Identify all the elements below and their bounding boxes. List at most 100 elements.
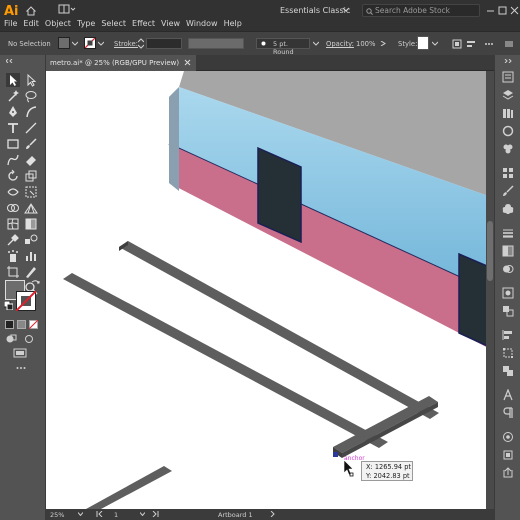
curvature-tool-icon[interactable]	[24, 105, 38, 119]
chevron-down-icon[interactable]	[432, 41, 438, 46]
eraser-tool-icon[interactable]	[24, 153, 38, 167]
color-mode-icon[interactable]	[5, 320, 14, 329]
vertical-scrollbar[interactable]	[486, 71, 494, 509]
chevron-right-icon[interactable]	[270, 511, 275, 517]
menu-type[interactable]: Type	[77, 19, 95, 28]
properties-icon[interactable]	[502, 71, 514, 83]
lasso-tool-icon[interactable]	[24, 89, 38, 103]
zoom-level[interactable]: 25%	[50, 511, 64, 519]
stroke-weight-field[interactable]	[146, 38, 182, 49]
menu-object[interactable]: Object	[45, 19, 71, 28]
stroke-color-swatch[interactable]	[16, 291, 36, 311]
transparency-icon[interactable]	[502, 263, 514, 275]
anchor-point[interactable]	[333, 452, 338, 457]
menu-help[interactable]: Help	[224, 19, 242, 28]
shaper-tool-icon[interactable]	[6, 153, 20, 167]
pathfinder-icon[interactable]	[502, 365, 514, 377]
perspective-grid-tool-icon[interactable]	[24, 201, 38, 215]
menu-window[interactable]: Window	[186, 19, 218, 28]
artboard-number[interactable]: 1	[114, 511, 118, 519]
artboard-canvas[interactable]	[46, 71, 494, 509]
color-guide-icon[interactable]	[502, 143, 514, 155]
stroke-swatch[interactable]	[84, 37, 96, 49]
draw-normal-icon[interactable]	[5, 334, 17, 344]
menu-file[interactable]: File	[4, 19, 17, 28]
default-fill-stroke-icon[interactable]	[4, 301, 13, 310]
gradient-icon[interactable]	[502, 245, 514, 257]
chevron-down-icon[interactable]	[313, 41, 319, 46]
symbol-sprayer-tool-icon[interactable]	[6, 249, 20, 263]
links-icon[interactable]	[502, 431, 514, 443]
stroke-icon[interactable]	[502, 227, 514, 239]
width-tool-icon[interactable]	[6, 185, 20, 199]
fill-swatch[interactable]	[58, 37, 70, 49]
menu-edit[interactable]: Edit	[23, 19, 39, 28]
color-icon[interactable]	[502, 125, 514, 137]
type-tool-icon[interactable]	[6, 121, 20, 135]
document-setup-icon[interactable]	[452, 39, 462, 49]
chevron-down-icon[interactable]	[78, 512, 83, 516]
menu-effect[interactable]: Effect	[132, 19, 155, 28]
mesh-tool-icon[interactable]	[6, 217, 20, 231]
artboards-icon[interactable]	[502, 449, 514, 461]
opacity-label[interactable]: Opacity:	[326, 40, 354, 48]
magic-wand-tool-icon[interactable]	[6, 89, 20, 103]
status-tool-name[interactable]: Artboard 1	[218, 511, 253, 519]
screen-mode-icon[interactable]	[13, 348, 27, 358]
variable-width-profile[interactable]	[188, 38, 244, 49]
libraries-icon[interactable]	[502, 107, 514, 119]
close-icon[interactable]	[184, 59, 191, 66]
menu-view[interactable]: View	[161, 19, 180, 28]
panel-menu-icon[interactable]	[504, 39, 514, 49]
more-tools-icon[interactable]	[16, 366, 26, 370]
align-icon[interactable]	[502, 329, 514, 341]
brushes-icon[interactable]	[502, 185, 514, 197]
symbols-icon[interactable]	[502, 203, 514, 215]
gradient-mode-icon[interactable]	[17, 320, 26, 329]
paintbrush-tool-icon[interactable]	[24, 137, 38, 151]
scale-tool-icon[interactable]	[24, 169, 38, 183]
pen-tool-icon[interactable]	[6, 105, 20, 119]
chevron-down-icon[interactable]	[98, 41, 104, 46]
slice-tool-icon[interactable]	[24, 265, 38, 279]
opacity-value[interactable]: 100%	[356, 40, 375, 48]
paragraph-icon[interactable]	[502, 407, 514, 419]
minimize-icon[interactable]	[486, 6, 495, 15]
first-artboard-icon[interactable]	[96, 511, 106, 517]
next-artboard-icon[interactable]	[150, 511, 160, 517]
align-icon[interactable]	[466, 39, 476, 49]
blend-tool-icon[interactable]	[24, 233, 38, 247]
swap-fill-stroke-icon[interactable]	[31, 279, 40, 288]
chevron-down-icon[interactable]	[140, 512, 145, 516]
draw-behind-icon[interactable]	[24, 334, 34, 344]
none-mode-icon[interactable]	[29, 320, 38, 329]
maximize-icon[interactable]	[498, 6, 507, 15]
rectangle-tool-icon[interactable]	[6, 137, 20, 151]
shape-builder-tool-icon[interactable]	[6, 201, 20, 215]
selection-tool-icon[interactable]	[6, 73, 20, 87]
brush-definition-field[interactable]: 5 pt. Round	[256, 38, 310, 56]
transform-icon[interactable]	[502, 347, 514, 359]
appearance-icon[interactable]	[502, 287, 514, 299]
arrange-documents-icon[interactable]	[58, 4, 76, 14]
stroke-label[interactable]: Stroke:	[114, 40, 138, 48]
panel-collapse-icon[interactable]	[6, 59, 40, 63]
workspace-switcher[interactable]: Essentials Classic	[280, 6, 350, 15]
layers-icon[interactable]	[502, 89, 514, 101]
chevron-down-icon[interactable]	[72, 41, 78, 46]
panel-collapse-icon[interactable]	[503, 59, 513, 63]
character-icon[interactable]	[502, 389, 514, 401]
eyedropper-tool-icon[interactable]	[6, 233, 20, 247]
gradient-tool-icon[interactable]	[24, 217, 38, 231]
document-tab[interactable]: metro.ai* @ 25% (RGB/GPU Preview)	[46, 55, 196, 71]
home-icon[interactable]	[26, 6, 36, 16]
column-graph-tool-icon[interactable]	[24, 249, 38, 263]
ellipsis-icon[interactable]	[484, 39, 494, 49]
asset-export-icon[interactable]	[502, 467, 514, 479]
line-tool-icon[interactable]	[24, 121, 38, 135]
stock-search-input[interactable]: Search Adobe Stock	[362, 4, 480, 17]
direct-selection-tool-icon[interactable]	[24, 73, 38, 87]
close-icon[interactable]	[510, 6, 519, 15]
swatches-icon[interactable]	[502, 167, 514, 179]
stepper-icon[interactable]	[138, 38, 144, 49]
